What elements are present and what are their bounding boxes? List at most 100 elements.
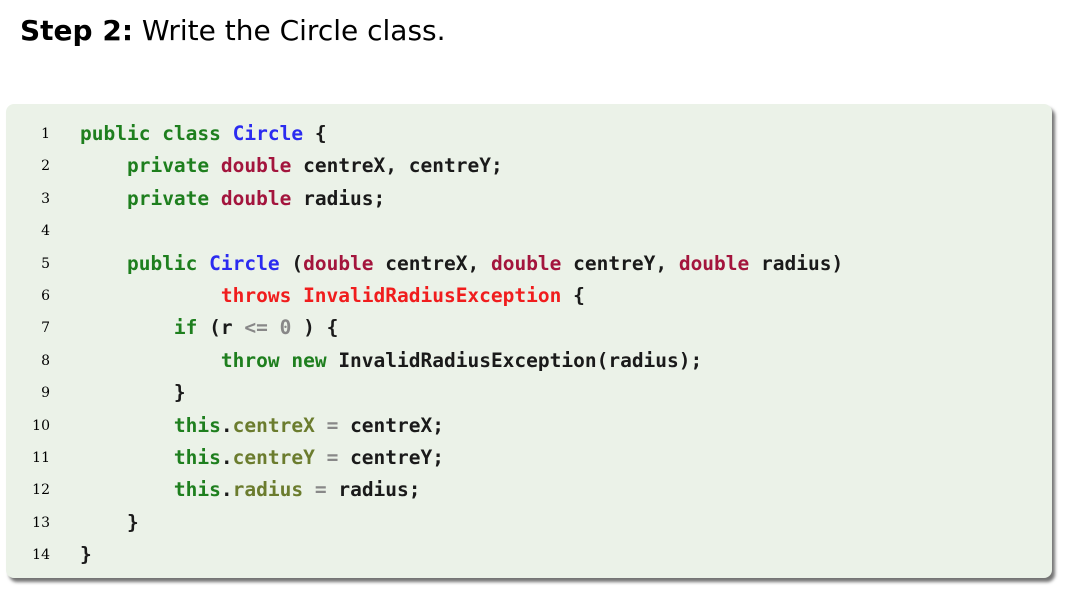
line-number: 11: [32, 449, 50, 466]
code-line: 12 this.radius = radius;: [6, 474, 1052, 506]
code-token: InvalidRadiusException(radius);: [326, 348, 703, 372]
code-token: centreX,: [373, 251, 491, 275]
line-number: 4: [41, 223, 50, 240]
code-line: 9 }: [6, 377, 1052, 409]
code-line: 3 private double radius;: [6, 183, 1052, 215]
code-token: double: [303, 251, 374, 275]
code-token: double: [220, 154, 292, 178]
line-number: 6: [41, 287, 50, 304]
line-number: 12: [32, 482, 50, 499]
code-token: .: [220, 445, 233, 469]
line-number: 5: [41, 255, 50, 272]
code-text: }: [80, 539, 92, 571]
code-token: (r: [197, 316, 245, 340]
code-line: 6 throws InvalidRadiusException {: [6, 280, 1052, 312]
code-line: 1 public class Circle {: [6, 118, 1052, 150]
code-token: private: [126, 186, 210, 210]
line-number: 9: [41, 385, 50, 402]
code-line: 8 throw new InvalidRadiusException(radiu…: [6, 345, 1052, 377]
code-token: this: [173, 445, 221, 469]
code-token: Circle: [232, 122, 304, 145]
line-number: 1: [41, 126, 50, 142]
code-token: =: [326, 445, 339, 469]
line-number: 3: [41, 190, 50, 207]
code-token: throws InvalidRadiusException: [220, 283, 562, 307]
code-text: public Circle (double centreX, double ce…: [80, 248, 843, 280]
code-token: radius: [232, 478, 304, 502]
code-text: this.radius = radius;: [80, 474, 421, 506]
code-line: 11 this.centreY = centreY;: [6, 442, 1052, 474]
code-token: centreY,: [561, 251, 679, 275]
code-token: }: [80, 543, 92, 567]
code-token: Circle: [209, 251, 280, 275]
code-token: =: [314, 478, 327, 502]
code-token: (: [279, 251, 304, 275]
code-token: <=: [244, 316, 268, 340]
code-token: .: [220, 413, 233, 437]
line-number: 7: [41, 320, 50, 337]
code-line: 2 private double centreX, centreY;: [6, 150, 1052, 182]
code-token: ) {: [291, 316, 339, 340]
code-text: throw new InvalidRadiusException(radius)…: [80, 345, 702, 377]
code-line: 4: [6, 215, 1052, 247]
code-token: centreX, centreY;: [291, 154, 503, 178]
line-number: 14: [32, 547, 50, 564]
code-token: radius;: [326, 478, 421, 502]
line-number: 13: [32, 514, 50, 531]
step-heading: Step 2: Write the Circle class.: [20, 14, 446, 48]
code-text: throws InvalidRadiusException {: [80, 280, 585, 312]
code-text: private double radius;: [80, 183, 385, 215]
code-listing: 1 public class Circle {2 private double c…: [6, 104, 1052, 578]
code-token: {: [303, 122, 327, 145]
code-token: if: [173, 316, 198, 340]
code-line: 13 }: [6, 507, 1052, 539]
code-token: public: [126, 251, 198, 275]
code-token: double: [220, 186, 292, 210]
code-token: }: [80, 381, 186, 405]
code-token: public: [80, 122, 151, 145]
code-text: this.centreY = centreY;: [80, 442, 444, 474]
code-token: {: [561, 283, 585, 307]
code-token: centreX: [232, 413, 315, 437]
code-token: new: [291, 348, 327, 372]
code-text: public class Circle {: [80, 118, 327, 150]
step-text: Write the Circle class.: [133, 14, 446, 47]
code-text: }: [80, 507, 139, 539]
code-line: 7 if (r <= 0 ) {: [6, 312, 1052, 344]
code-token: private: [126, 154, 210, 178]
line-number: 8: [41, 352, 50, 369]
code-token: centreY;: [338, 445, 444, 469]
code-token: class: [162, 122, 221, 145]
code-line: 5 public Circle (double centreX, double …: [6, 248, 1052, 280]
code-token: this: [173, 478, 221, 502]
code-token: double: [678, 251, 750, 275]
line-number: 2: [41, 158, 50, 175]
line-number: 10: [32, 417, 50, 434]
code-token: radius;: [291, 186, 386, 210]
code-token: radius): [749, 251, 844, 275]
code-token: this: [173, 413, 221, 437]
code-token: }: [80, 510, 139, 534]
code-text: this.centreX = centreX;: [80, 410, 444, 442]
code-text: private double centreX, centreY;: [80, 150, 503, 182]
code-token: .: [220, 478, 233, 502]
code-text: if (r <= 0 ) {: [80, 312, 338, 344]
code-text: }: [80, 377, 186, 409]
